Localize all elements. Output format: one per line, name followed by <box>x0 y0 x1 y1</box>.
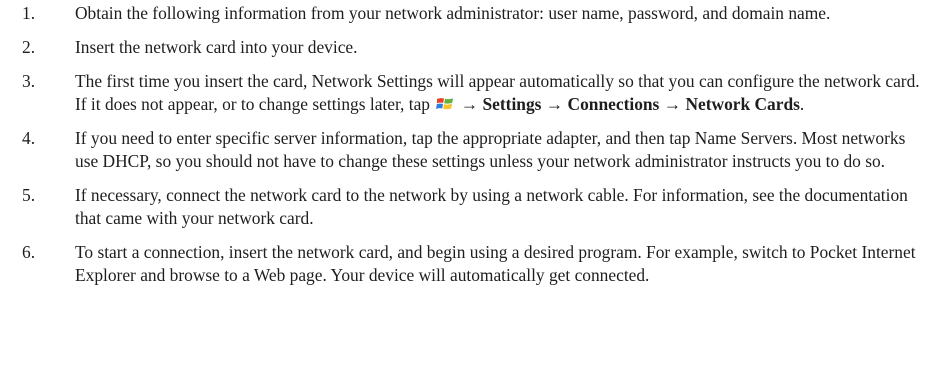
arrow-separator: → <box>460 94 479 114</box>
step-text: To start a connection, insert the networ… <box>75 242 916 285</box>
step-text: If necessary, connect the network card t… <box>75 185 908 228</box>
step-3: 3. The first time you insert the card, N… <box>0 70 934 116</box>
windows-start-icon <box>436 95 454 111</box>
step-text: Insert the network card into your device… <box>75 37 358 57</box>
step-number: 4. <box>22 128 36 148</box>
step-1: 1. Obtain the following information from… <box>0 2 934 25</box>
arrow-separator: → <box>545 94 564 114</box>
menu-path-connections: Connections <box>567 94 660 114</box>
step-2: 2. Insert the network card into your dev… <box>0 36 934 59</box>
step-number: 3. <box>22 71 36 91</box>
step-4: 4. If you need to enter specific server … <box>0 127 934 173</box>
menu-path-settings: Settings <box>482 94 542 114</box>
step-number: 6. <box>22 242 36 262</box>
step-text: If you need to enter specific server inf… <box>75 128 906 171</box>
step-text: Obtain the following information from yo… <box>75 3 831 23</box>
arrow-separator: → <box>663 94 682 114</box>
sentence-end: . <box>799 94 805 114</box>
menu-path-network-cards: Network Cards <box>685 94 800 114</box>
step-number: 2. <box>22 37 36 57</box>
step-number: 5. <box>22 185 36 205</box>
step-number: 1. <box>22 3 36 23</box>
instruction-list: 1. Obtain the following information from… <box>0 2 934 298</box>
step-5: 5. If necessary, connect the network car… <box>0 184 934 230</box>
step-6: 6. To start a connection, insert the net… <box>0 241 934 287</box>
